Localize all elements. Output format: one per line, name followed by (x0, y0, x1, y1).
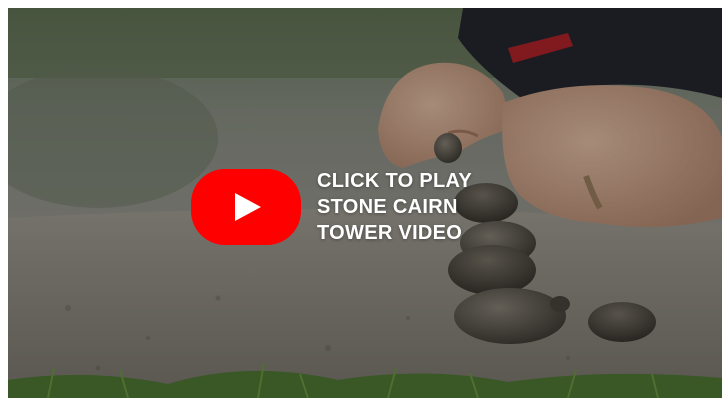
play-video-label[interactable]: CLICK TO PLAY STONE CAIRN TOWER VIDEO (317, 168, 517, 246)
youtube-play-icon[interactable] (191, 169, 301, 245)
video-thumbnail[interactable]: CLICK TO PLAY STONE CAIRN TOWER VIDEO (8, 8, 722, 398)
play-video-button[interactable]: CLICK TO PLAY STONE CAIRN TOWER VIDEO (191, 168, 517, 246)
